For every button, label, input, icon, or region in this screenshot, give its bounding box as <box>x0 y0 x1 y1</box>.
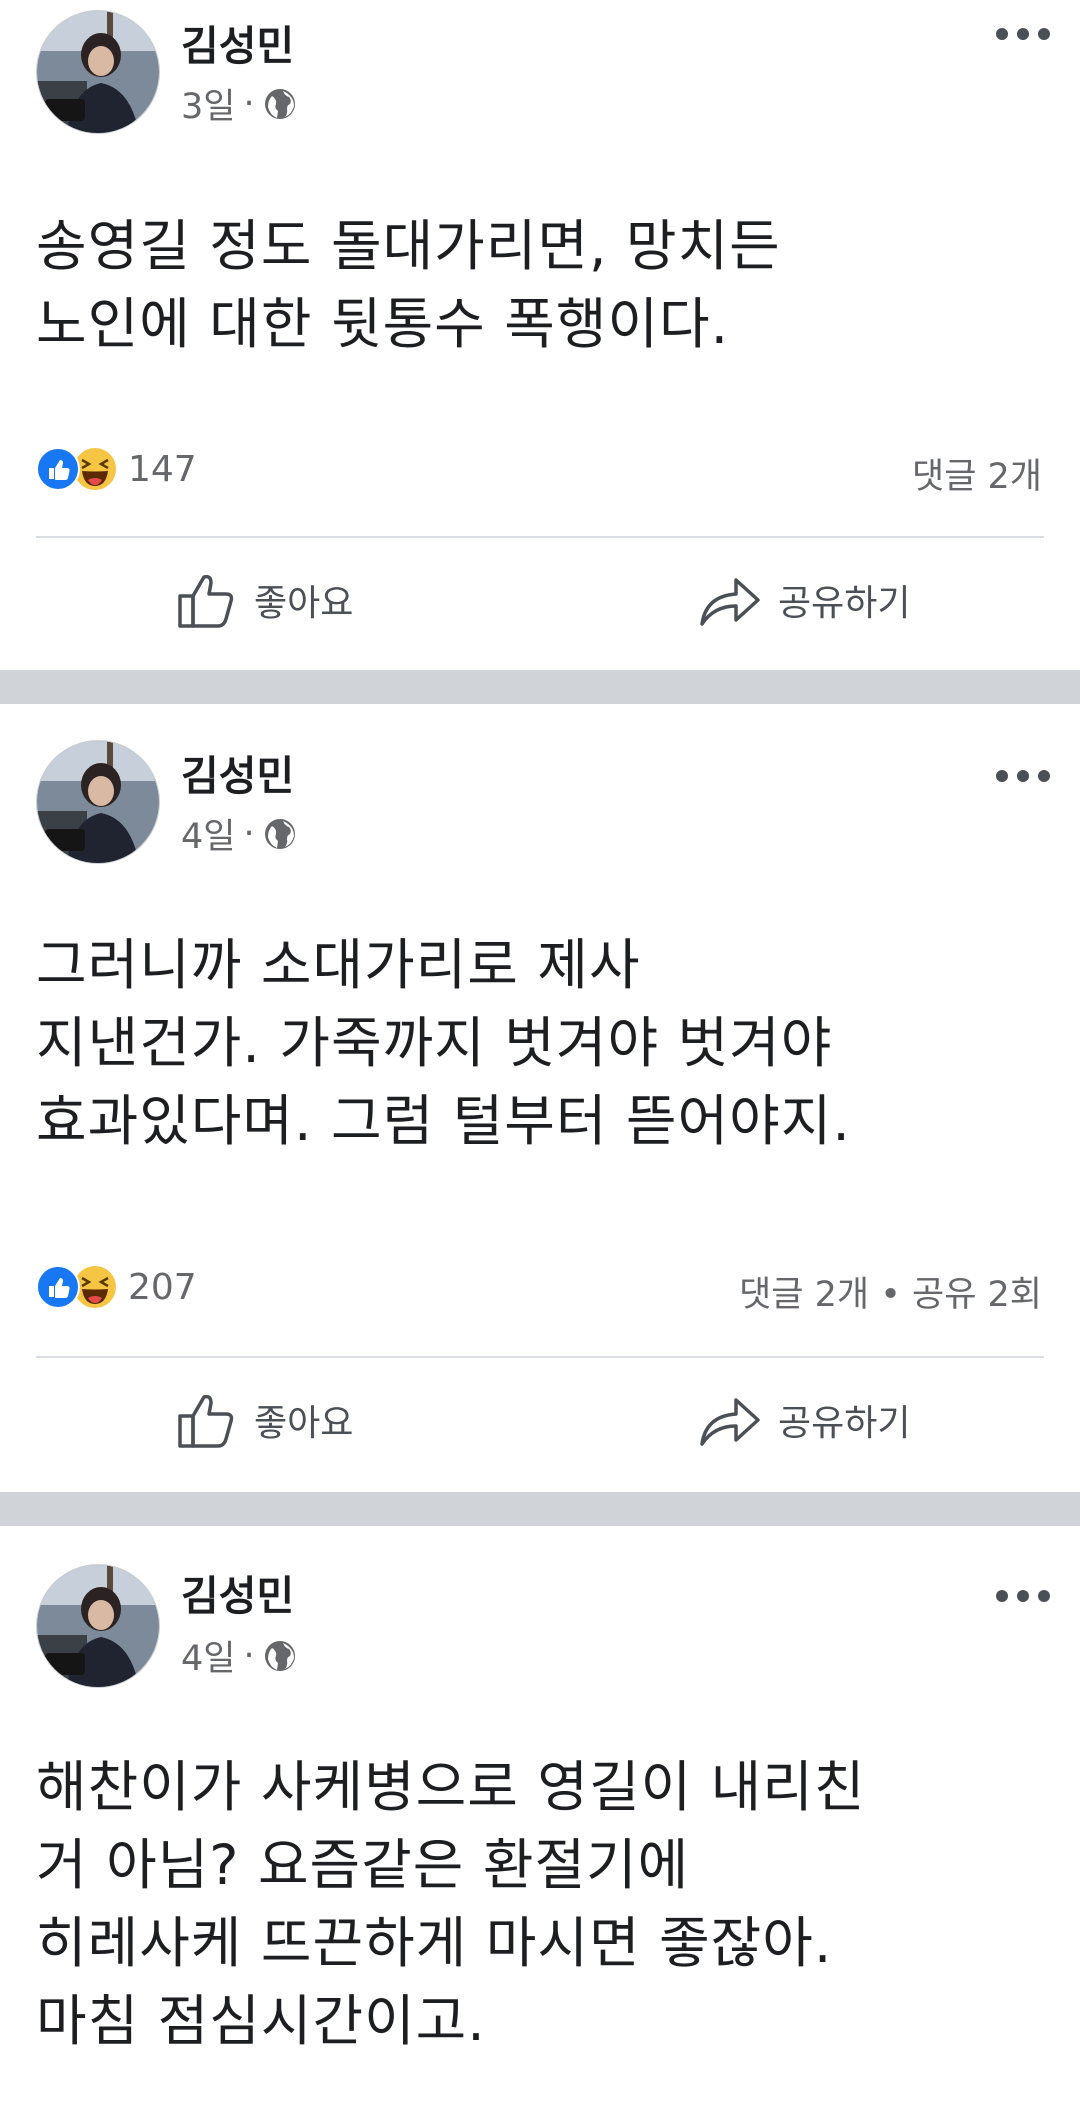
globe-icon <box>264 818 295 849</box>
share-label: 공유하기 <box>778 583 911 624</box>
thumbs-up-icon <box>178 1394 234 1448</box>
post-meta: 4일 · <box>181 808 297 859</box>
thumbs-up-icon <box>178 574 234 628</box>
meta-separator: · <box>243 1635 255 1676</box>
author-name[interactable]: 김성민 <box>181 1562 294 1622</box>
share-arrow-icon <box>700 578 760 626</box>
author-avatar[interactable] <box>36 740 160 864</box>
like-label: 좋아요 <box>254 1403 354 1444</box>
divider-line <box>36 536 1044 538</box>
post-body: 해찬이가 사케병으로 영길이 내리친 거 아님? 요즘같은 환절기에 히레사케 … <box>36 1755 866 2053</box>
globe-icon <box>264 1640 295 1671</box>
reaction-summary[interactable]: 147 <box>36 446 197 492</box>
post-2: 김성민 4일 · 그러니까 소대가리로 제사 지낸건가. 가죽까지 벗겨야 벗겨… <box>0 704 1080 1492</box>
post-time[interactable]: 4일 <box>181 1630 235 1681</box>
like-reaction-icon <box>36 447 80 491</box>
like-label: 좋아요 <box>254 583 354 624</box>
post-meta: 4일 · <box>181 1630 297 1681</box>
post-1: 김성민 3일 · 송영길 정도 돌대가리면, 망치든 노인에 대한 뒷통수 폭행… <box>0 0 1080 670</box>
reaction-count: 147 <box>128 448 197 490</box>
meta-separator: · <box>243 813 255 854</box>
post-time[interactable]: 4일 <box>181 808 235 859</box>
post-body: 그러니까 소대가리로 제사 지낸건가. 가죽까지 벗겨야 벗겨야 효과있다며. … <box>36 933 851 1153</box>
share-arrow-icon <box>700 1398 760 1446</box>
share-button[interactable]: 공유하기 <box>698 572 910 628</box>
more-options-icon[interactable] <box>996 24 1050 44</box>
share-button[interactable]: 공유하기 <box>698 1392 910 1448</box>
reaction-summary[interactable]: 207 <box>36 1264 197 1310</box>
post-time[interactable]: 3일 <box>181 78 235 129</box>
post-body: 송영길 정도 돌대가리면, 망치든 노인에 대한 뒷통수 폭행이다. <box>36 214 781 356</box>
author-avatar[interactable] <box>36 10 160 134</box>
author-name[interactable]: 김성민 <box>181 742 294 802</box>
more-options-icon[interactable] <box>996 766 1050 786</box>
comment-share-stats[interactable]: 댓글 2개 <box>912 448 1042 499</box>
author-name[interactable]: 김성민 <box>181 12 294 72</box>
more-options-icon[interactable] <box>996 1586 1050 1606</box>
meta-separator: · <box>243 83 255 124</box>
post-3: 김성민 4일 · 해찬이가 사케병으로 영길이 내리친 거 아님? 요즘같은 환… <box>0 1526 1080 2118</box>
post-meta: 3일 · <box>181 78 297 129</box>
divider-line <box>36 1356 1044 1358</box>
like-reaction-icon <box>36 1265 80 1309</box>
reaction-count: 207 <box>128 1266 197 1308</box>
post-separator <box>0 670 1080 704</box>
author-avatar[interactable] <box>36 1564 160 1688</box>
share-label: 공유하기 <box>778 1403 911 1444</box>
globe-icon <box>264 88 295 119</box>
post-separator <box>0 1492 1080 1526</box>
comment-share-stats[interactable]: 댓글 2개 • 공유 2회 <box>739 1266 1042 1317</box>
like-button[interactable]: 좋아요 <box>176 1390 353 1450</box>
like-button[interactable]: 좋아요 <box>176 570 353 630</box>
